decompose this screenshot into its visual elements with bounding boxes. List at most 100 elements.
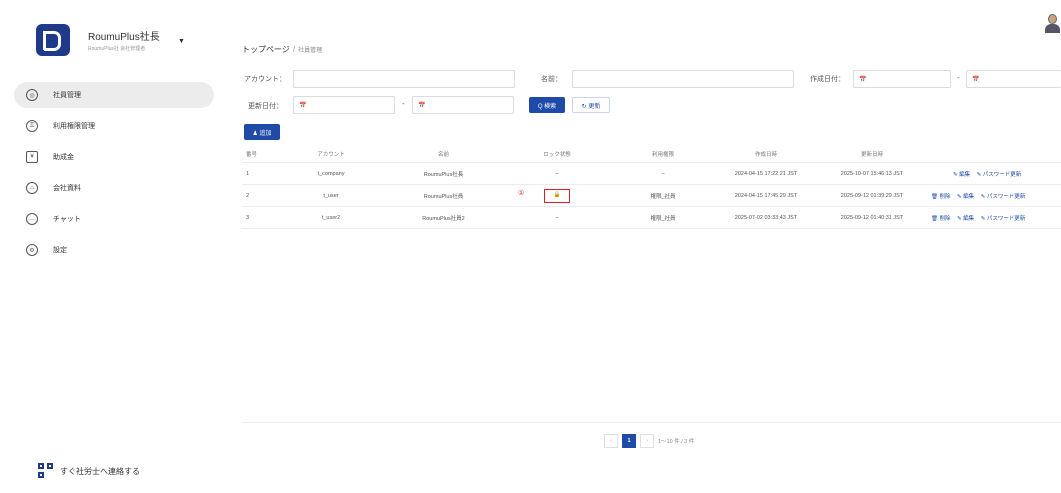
cell-updated: 2025-09-12 01:39:29 JST xyxy=(840,192,904,199)
sidebar-item-chat[interactable]: … チャット xyxy=(14,206,214,232)
sidebar-item-employees[interactable]: ◎ 社員管理 xyxy=(14,82,214,108)
sidebar-item-label: 会社資料 xyxy=(53,185,81,192)
sidebar: RoumuPlus社長 RoumuPlus社 会社管理者 ▼ ◎ 社員管理 ⚿ … xyxy=(0,0,225,493)
cell-number: 1 xyxy=(246,170,250,177)
table-row: 2 t_user RoumuPlus社員 🔒 権限_社員 2024-04-15 … xyxy=(242,185,1061,207)
name-input[interactable] xyxy=(572,70,794,88)
building-icon: ⌂ xyxy=(26,182,38,194)
account-filter-label: アカウント： xyxy=(244,76,286,83)
sidebar-item-label: 設定 xyxy=(53,247,67,254)
cell-name: RoumuPlus社長 xyxy=(423,171,464,178)
cell-created: 2024-04-15 17:22:21 JST xyxy=(734,170,798,177)
brand[interactable]: RoumuPlus社長 RoumuPlus社 会社管理者 xyxy=(36,24,160,56)
document-icon: ¥ xyxy=(26,151,38,163)
column-header-lock: ロック状態 xyxy=(543,151,571,158)
created-date-start-input[interactable]: 📅 xyxy=(853,70,951,88)
prev-page-button[interactable]: ‹ xyxy=(604,434,618,448)
cell-number: 2 xyxy=(246,192,250,199)
breadcrumb-current: 社員管理 xyxy=(298,48,323,54)
calendar-icon: 📅 xyxy=(418,102,426,109)
roumuplus-logo-icon xyxy=(36,24,70,56)
qr-code-icon xyxy=(38,463,54,479)
table-row: 3 t_user2 RoumuPlus社員2 – 権限_社員 2025-07-0… xyxy=(242,207,1061,229)
company-subtitle: RoumuPlus社 会社管理者 xyxy=(88,46,146,52)
column-header-role: 利用権限 xyxy=(651,151,674,158)
breadcrumb-separator: / xyxy=(292,45,296,54)
next-page-button[interactable]: › xyxy=(640,434,654,448)
page-button-1[interactable]: 1 xyxy=(622,434,636,448)
contact-labor-consultant-link[interactable]: すぐ社労士へ連絡する xyxy=(38,463,140,479)
cell-created: 2025-07-02 03:33:43 JST xyxy=(734,214,798,221)
column-header-updated: 更新日時 xyxy=(860,151,883,158)
table-row: 1 t_company RoumuPlus社長 – – 2024-04-15 1… xyxy=(242,163,1061,185)
breadcrumb: トップページ / 社員管理 xyxy=(242,44,322,55)
cell-actions: ✎ 編集 ✎ パスワード更新 xyxy=(925,170,1061,178)
sidebar-item-company-docs[interactable]: ⌂ 会社資料 xyxy=(14,175,214,201)
pagination-info: 1〜10 件 / 3 件 xyxy=(658,439,695,445)
updated-date-end-input[interactable]: 📅 xyxy=(412,96,514,114)
sidebar-item-permissions[interactable]: ⚿ 利用権限管理 xyxy=(14,113,214,139)
pagination-divider xyxy=(242,422,1061,423)
column-header-account: アカウント xyxy=(317,151,345,158)
sidebar-menu: ◎ 社員管理 ⚿ 利用権限管理 ¥ 助成金 ⌂ 会社資料 … チャット ⚙ 設定 xyxy=(14,82,214,268)
created-date-end-input[interactable]: 📅 xyxy=(966,70,1061,88)
range-separator: - xyxy=(957,73,960,82)
edit-button[interactable]: ✎ 編集 xyxy=(957,194,974,200)
column-header-number: 番号 xyxy=(246,151,258,158)
name-filter-label: 名前： xyxy=(541,76,562,83)
password-update-button[interactable]: ✎ パスワード更新 xyxy=(977,172,1022,178)
column-header-created: 作成日時 xyxy=(754,151,777,158)
column-header-name: 名前 xyxy=(437,151,449,158)
pagination: ‹ 1 › 1〜10 件 / 3 件 xyxy=(604,434,694,448)
account-input[interactable] xyxy=(293,70,515,88)
delete-button[interactable]: 🗑 削除 xyxy=(931,216,951,222)
add-employee-button[interactable]: ♟ 追加 xyxy=(244,124,280,140)
lock-toggle-button[interactable]: 🔒 xyxy=(544,188,570,203)
company-name: RoumuPlus社長 xyxy=(88,32,160,43)
cell-actions: 🗑 削除 ✎ 編集 ✎ パスワード更新 xyxy=(925,214,1061,222)
cell-account: t_user xyxy=(323,192,339,199)
cell-updated: 2025-09-12 01:40:31 JST xyxy=(840,214,904,221)
delete-button[interactable]: 🗑 削除 xyxy=(931,194,951,200)
updated-date-start-input[interactable]: 📅 xyxy=(293,96,395,114)
cell-lock-status: – xyxy=(555,214,559,221)
chat-icon: … xyxy=(26,213,38,225)
cell-lock-status: – xyxy=(555,170,559,177)
user-circle-icon: ◎ xyxy=(26,89,38,101)
annotation-marker: ① xyxy=(518,190,525,197)
shield-icon: ⚿ xyxy=(26,120,38,132)
cell-name: RoumuPlus社員 xyxy=(423,193,464,200)
table-header: 番号 アカウント 名前 ロック状態 利用権限 作成日時 更新日時 xyxy=(242,145,1061,163)
refresh-button[interactable]: ↻ 更新 xyxy=(572,97,610,113)
calendar-icon: 📅 xyxy=(972,76,980,83)
range-separator: - xyxy=(402,99,405,108)
sidebar-item-label: チャット xyxy=(53,216,81,223)
sidebar-item-label: 助成金 xyxy=(53,154,74,161)
cell-account: t_user2 xyxy=(321,214,341,221)
cell-created: 2024-04-15 17:45:29 JST xyxy=(734,192,798,199)
sidebar-item-label: 利用権限管理 xyxy=(53,123,95,130)
calendar-icon: 📅 xyxy=(859,76,867,83)
calendar-icon: 📅 xyxy=(299,102,307,109)
user-avatar[interactable] xyxy=(1043,12,1061,34)
edit-button[interactable]: ✎ 編集 xyxy=(957,216,974,222)
cell-account: t_company xyxy=(317,170,345,177)
edit-button[interactable]: ✎ 編集 xyxy=(953,172,970,178)
password-update-button[interactable]: ✎ パスワード更新 xyxy=(981,216,1026,222)
updated-date-filter-label: 更新日付： xyxy=(248,103,283,110)
cell-actions: 🗑 削除 ✎ 編集 ✎ パスワード更新 xyxy=(925,192,1061,200)
password-update-button[interactable]: ✎ パスワード更新 xyxy=(981,194,1026,200)
breadcrumb-home[interactable]: トップページ xyxy=(242,45,290,54)
sidebar-item-subsidy[interactable]: ¥ 助成金 xyxy=(14,144,214,170)
search-button[interactable]: Q 検索 xyxy=(529,97,565,113)
cell-role: 権限_社員 xyxy=(650,215,676,222)
employee-table: 番号 アカウント 名前 ロック状態 利用権限 作成日時 更新日時 1 t_com… xyxy=(242,145,1061,229)
sidebar-item-settings[interactable]: ⚙ 設定 xyxy=(14,237,214,263)
cell-number: 3 xyxy=(246,214,250,221)
lock-icon: 🔒 xyxy=(553,191,561,198)
contact-label: すぐ社労士へ連絡する xyxy=(60,466,140,476)
cell-role: 権限_社員 xyxy=(650,193,676,200)
chevron-down-icon[interactable]: ▼ xyxy=(178,38,185,45)
created-date-filter-label: 作成日付： xyxy=(810,76,845,83)
gear-icon: ⚙ xyxy=(26,244,38,256)
